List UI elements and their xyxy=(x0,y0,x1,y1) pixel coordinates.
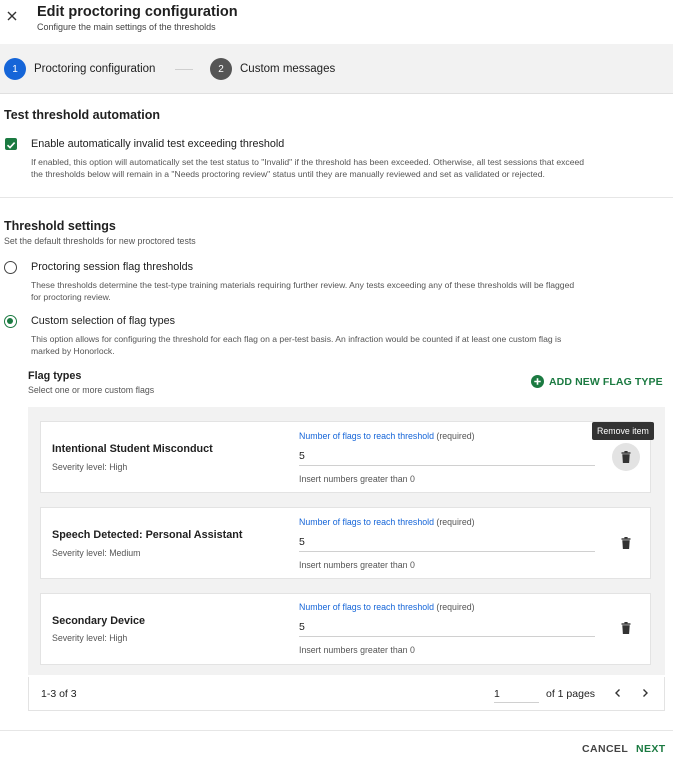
pagination-range: 1-3 of 3 xyxy=(41,688,77,700)
flag-severity: Severity level: High xyxy=(52,462,128,472)
custom-flag-description-line2: marked by Honorlock. xyxy=(31,346,115,356)
next-button[interactable]: NEXT xyxy=(636,743,666,755)
automation-section-title: Test threshold automation xyxy=(4,108,161,122)
radio-custom-flag-types-label: Custom selection of flag types xyxy=(31,315,176,327)
add-new-flag-type-button[interactable]: ADD NEW FLAG TYPE xyxy=(531,375,663,388)
trash-icon xyxy=(621,622,631,634)
threshold-field-label-link[interactable]: Number of flags to reach threshold xyxy=(299,602,434,612)
flag-card: Speech Detected: Personal Assistant Seve… xyxy=(40,507,651,579)
remove-item-tooltip: Remove item xyxy=(592,422,654,440)
enable-invalid-label: Enable automatically invalid test exceed… xyxy=(31,138,285,150)
threshold-input[interactable] xyxy=(299,532,595,552)
flag-card: Secondary Device Severity level: High Nu… xyxy=(40,593,651,665)
threshold-field-help: Insert numbers greater than 0 xyxy=(299,645,415,655)
threshold-field-required: (required) xyxy=(433,517,475,527)
remove-flag-button[interactable] xyxy=(612,443,640,471)
section-divider xyxy=(0,197,673,198)
step-proctoring-configuration[interactable]: 1 Proctoring configuration xyxy=(4,58,155,80)
threshold-field-label-link[interactable]: Number of flags to reach threshold xyxy=(299,431,434,441)
session-flag-description-line1: These thresholds determine the test-type… xyxy=(31,280,575,290)
threshold-field-required: (required) xyxy=(433,602,475,612)
threshold-input[interactable] xyxy=(299,617,595,637)
flag-card: Intentional Student Misconduct Severity … xyxy=(40,421,651,493)
plus-circle-icon xyxy=(531,375,544,388)
flag-severity: Severity level: Medium xyxy=(52,548,141,558)
flag-name: Secondary Device xyxy=(52,615,146,627)
threshold-field-help: Insert numbers greater than 0 xyxy=(299,474,415,484)
page-number-input[interactable] xyxy=(494,685,539,703)
trash-icon xyxy=(621,537,631,549)
flag-types-list: Intentional Student Misconduct Severity … xyxy=(28,407,665,675)
threshold-field-label-link[interactable]: Number of flags to reach threshold xyxy=(299,517,434,527)
flag-severity: Severity level: High xyxy=(52,633,128,643)
dialog-header: Edit proctoring configuration Configure … xyxy=(0,0,673,44)
checkmark-icon xyxy=(6,142,16,149)
flag-types-subtitle: Select one or more custom flags xyxy=(28,385,155,395)
automation-description-line1: If enabled, this option will automatical… xyxy=(31,157,585,167)
threshold-field-label: Number of flags to reach threshold (requ… xyxy=(299,602,475,612)
flag-types-title: Flag types xyxy=(28,370,82,382)
threshold-section-title: Threshold settings xyxy=(4,219,116,233)
chevron-left-icon[interactable] xyxy=(611,686,625,700)
step-label: Proctoring configuration xyxy=(34,63,156,75)
session-flag-description-line2: for proctoring review. xyxy=(31,292,111,302)
custom-flag-description-line1: This option allows for configuring the t… xyxy=(31,334,562,344)
step-label: Custom messages xyxy=(240,63,336,75)
close-icon[interactable] xyxy=(4,8,20,24)
radio-session-flag-thresholds[interactable] xyxy=(4,261,17,274)
threshold-section-subtitle: Set the default thresholds for new proct… xyxy=(4,236,196,246)
threshold-field-required: (required) xyxy=(433,431,475,441)
add-new-flag-type-label: ADD NEW FLAG TYPE xyxy=(549,375,663,388)
pagination-total-pages: of 1 pages xyxy=(546,688,596,700)
trash-icon xyxy=(621,451,631,463)
threshold-field-label: Number of flags to reach threshold (requ… xyxy=(299,431,475,441)
remove-flag-button[interactable] xyxy=(612,614,640,642)
threshold-field-label: Number of flags to reach threshold (requ… xyxy=(299,517,475,527)
footer-divider xyxy=(0,730,673,731)
dialog-title: Edit proctoring configuration xyxy=(37,4,238,20)
chevron-right-icon[interactable] xyxy=(638,686,652,700)
step-custom-messages[interactable]: 2 Custom messages xyxy=(210,58,335,80)
flag-name: Intentional Student Misconduct xyxy=(52,443,213,455)
threshold-field-help: Insert numbers greater than 0 xyxy=(299,560,415,570)
dialog-subtitle: Configure the main settings of the thres… xyxy=(37,22,216,32)
cancel-button[interactable]: CANCEL xyxy=(582,743,628,755)
step-number-badge: 2 xyxy=(210,58,232,80)
radio-session-flag-thresholds-label: Proctoring session flag thresholds xyxy=(31,261,194,273)
enable-invalid-checkbox[interactable] xyxy=(5,138,17,150)
step-connector xyxy=(175,69,193,70)
step-number-badge: 1 xyxy=(4,58,26,80)
pagination-bar: 1-3 of 3 of 1 pages xyxy=(28,677,665,711)
remove-flag-button[interactable] xyxy=(612,529,640,557)
stepper: 1 Proctoring configuration 2 Custom mess… xyxy=(0,44,673,94)
threshold-input[interactable] xyxy=(299,446,595,466)
radio-custom-flag-types[interactable] xyxy=(4,315,17,328)
automation-description-line2: the thresholds below will remain in a "N… xyxy=(31,169,545,179)
flag-name: Speech Detected: Personal Assistant xyxy=(52,529,243,541)
